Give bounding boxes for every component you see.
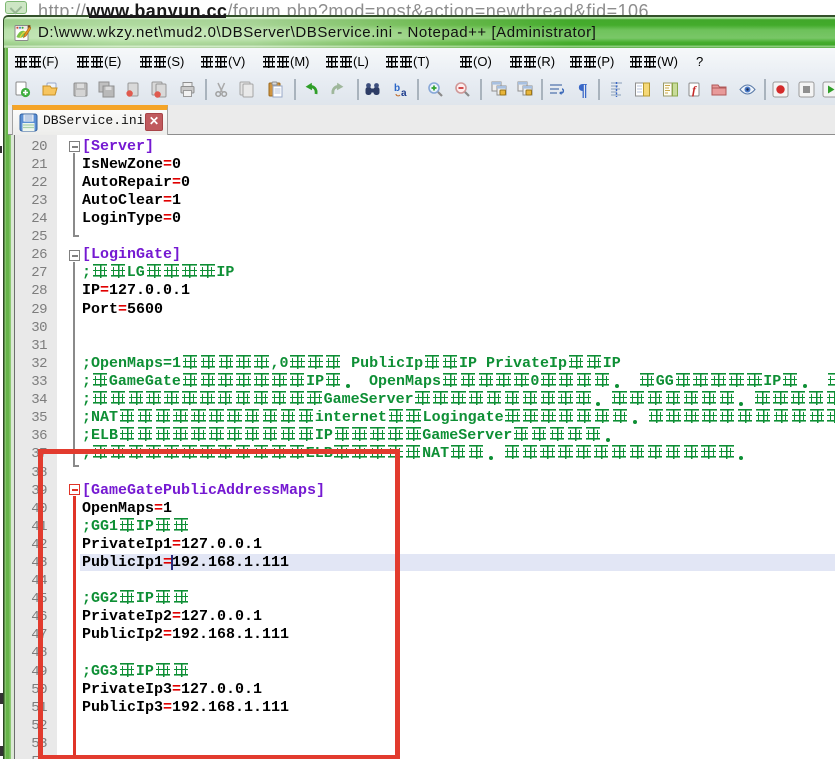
- svg-text:¶: ¶: [578, 81, 588, 98]
- svg-text:b: b: [394, 83, 400, 94]
- svg-text:a: a: [401, 88, 407, 98]
